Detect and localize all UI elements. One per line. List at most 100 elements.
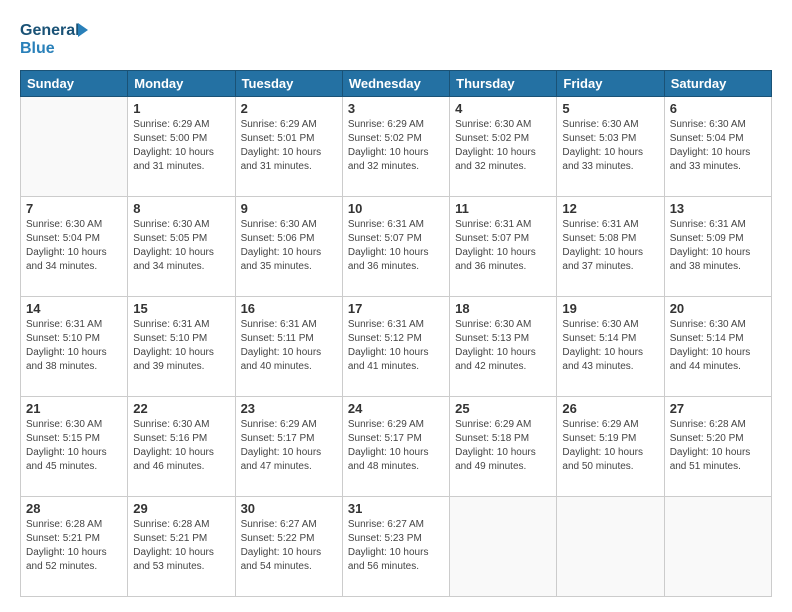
day-info: Sunrise: 6:29 AM Sunset: 5:17 PM Dayligh… — [348, 418, 444, 474]
day-number: 27 — [670, 401, 766, 416]
weekday-header-sunday: Sunday — [21, 71, 128, 97]
calendar-cell: 4 Sunrise: 6:30 AM Sunset: 5:02 PM Daylig… — [450, 97, 557, 197]
day-number: 18 — [455, 301, 551, 316]
calendar-table: SundayMondayTuesdayWednesdayThursdayFrid… — [20, 70, 772, 597]
calendar-cell: 26 Sunrise: 6:29 AM Sunset: 5:19 PM Dayli… — [557, 397, 664, 497]
day-number: 15 — [133, 301, 229, 316]
svg-text:General: General — [20, 22, 80, 39]
calendar-cell: 29 Sunrise: 6:28 AM Sunset: 5:21 PM Dayli… — [128, 497, 235, 597]
day-info: Sunrise: 6:29 AM Sunset: 5:17 PM Dayligh… — [241, 418, 337, 474]
calendar-cell: 9Sunrise: 6:30 AM Sunset: 5:06 PM Daylig… — [235, 197, 342, 297]
day-number: 13 — [670, 201, 766, 216]
day-info: Sunrise: 6:31 AM Sunset: 5:08 PM Dayligh… — [562, 218, 658, 274]
calendar-cell — [21, 97, 128, 197]
calendar-cell: 17 Sunrise: 6:31 AM Sunset: 5:12 PM Dayli… — [342, 297, 449, 397]
calendar-cell: 27 Sunrise: 6:28 AM Sunset: 5:20 PM Dayli… — [664, 397, 771, 497]
day-info: Sunrise: 6:31 AM Sunset: 5:11 PM Dayligh… — [241, 318, 337, 374]
day-number: 26 — [562, 401, 658, 416]
day-info: Sunrise: 6:28 AM Sunset: 5:21 PM Dayligh… — [133, 518, 229, 574]
day-info: Sunrise: 6:29 AM Sunset: 5:01 PM Dayligh… — [241, 118, 337, 174]
day-number: 29 — [133, 501, 229, 516]
calendar-cell: 16 Sunrise: 6:31 AM Sunset: 5:11 PM Dayli… — [235, 297, 342, 397]
calendar-cell: 23 Sunrise: 6:29 AM Sunset: 5:17 PM Dayli… — [235, 397, 342, 497]
calendar-cell: 14Sunrise: 6:31 AM Sunset: 5:10 PM Dayli… — [21, 297, 128, 397]
day-number: 5 — [562, 101, 658, 116]
day-info: Sunrise: 6:31 AM Sunset: 5:09 PM Dayligh… — [670, 218, 766, 274]
calendar-cell: 20 Sunrise: 6:30 AM Sunset: 5:14 PM Dayli… — [664, 297, 771, 397]
day-number: 10 — [348, 201, 444, 216]
weekday-header-row: SundayMondayTuesdayWednesdayThursdayFrid… — [21, 71, 772, 97]
day-number: 8 — [133, 201, 229, 216]
day-number: 1 — [133, 101, 229, 116]
weekday-header-saturday: Saturday — [664, 71, 771, 97]
week-row-3: 14Sunrise: 6:31 AM Sunset: 5:10 PM Dayli… — [21, 297, 772, 397]
calendar-cell: 5 Sunrise: 6:30 AM Sunset: 5:03 PM Daylig… — [557, 97, 664, 197]
calendar-cell — [450, 497, 557, 597]
day-number: 31 — [348, 501, 444, 516]
day-info: Sunrise: 6:30 AM Sunset: 5:04 PM Dayligh… — [670, 118, 766, 174]
header: GeneralBlue — [20, 15, 772, 60]
day-info: Sunrise: 6:31 AM Sunset: 5:10 PM Dayligh… — [26, 318, 122, 374]
day-info: Sunrise: 6:30 AM Sunset: 5:16 PM Dayligh… — [133, 418, 229, 474]
weekday-header-thursday: Thursday — [450, 71, 557, 97]
day-info: Sunrise: 6:31 AM Sunset: 5:07 PM Dayligh… — [455, 218, 551, 274]
page: GeneralBlue SundayMondayTuesdayWednesday… — [0, 0, 792, 612]
day-info: Sunrise: 6:28 AM Sunset: 5:20 PM Dayligh… — [670, 418, 766, 474]
day-info: Sunrise: 6:30 AM Sunset: 5:14 PM Dayligh… — [670, 318, 766, 374]
calendar-cell: 2 Sunrise: 6:29 AM Sunset: 5:01 PM Daylig… — [235, 97, 342, 197]
calendar-cell: 3 Sunrise: 6:29 AM Sunset: 5:02 PM Daylig… — [342, 97, 449, 197]
calendar-cell: 22 Sunrise: 6:30 AM Sunset: 5:16 PM Dayli… — [128, 397, 235, 497]
svg-text:Blue: Blue — [20, 40, 55, 57]
calendar-cell — [664, 497, 771, 597]
calendar-cell: 30Sunrise: 6:27 AM Sunset: 5:22 PM Dayli… — [235, 497, 342, 597]
day-number: 6 — [670, 101, 766, 116]
calendar-cell: 28 Sunrise: 6:28 AM Sunset: 5:21 PM Dayli… — [21, 497, 128, 597]
calendar-cell: 8Sunrise: 6:30 AM Sunset: 5:05 PM Daylig… — [128, 197, 235, 297]
day-number: 28 — [26, 501, 122, 516]
day-info: Sunrise: 6:29 AM Sunset: 5:02 PM Dayligh… — [348, 118, 444, 174]
day-number: 9 — [241, 201, 337, 216]
calendar-cell: 1 Sunrise: 6:29 AM Sunset: 5:00 PM Daylig… — [128, 97, 235, 197]
day-info: Sunrise: 6:31 AM Sunset: 5:07 PM Dayligh… — [348, 218, 444, 274]
calendar-cell: 7Sunrise: 6:30 AM Sunset: 5:04 PM Daylig… — [21, 197, 128, 297]
day-info: Sunrise: 6:29 AM Sunset: 5:18 PM Dayligh… — [455, 418, 551, 474]
weekday-header-friday: Friday — [557, 71, 664, 97]
calendar-cell: 24 Sunrise: 6:29 AM Sunset: 5:17 PM Dayli… — [342, 397, 449, 497]
day-info: Sunrise: 6:29 AM Sunset: 5:19 PM Dayligh… — [562, 418, 658, 474]
day-info: Sunrise: 6:31 AM Sunset: 5:12 PM Dayligh… — [348, 318, 444, 374]
day-number: 22 — [133, 401, 229, 416]
day-number: 4 — [455, 101, 551, 116]
day-number: 24 — [348, 401, 444, 416]
day-info: Sunrise: 6:30 AM Sunset: 5:04 PM Dayligh… — [26, 218, 122, 274]
weekday-header-monday: Monday — [128, 71, 235, 97]
calendar-cell: 21Sunrise: 6:30 AM Sunset: 5:15 PM Dayli… — [21, 397, 128, 497]
weekday-header-wednesday: Wednesday — [342, 71, 449, 97]
weekday-header-tuesday: Tuesday — [235, 71, 342, 97]
day-info: Sunrise: 6:30 AM Sunset: 5:02 PM Dayligh… — [455, 118, 551, 174]
day-number: 23 — [241, 401, 337, 416]
calendar-cell: 6 Sunrise: 6:30 AM Sunset: 5:04 PM Daylig… — [664, 97, 771, 197]
calendar-cell: 18Sunrise: 6:30 AM Sunset: 5:13 PM Dayli… — [450, 297, 557, 397]
day-number: 20 — [670, 301, 766, 316]
day-number: 30 — [241, 501, 337, 516]
day-number: 2 — [241, 101, 337, 116]
day-info: Sunrise: 6:30 AM Sunset: 5:15 PM Dayligh… — [26, 418, 122, 474]
day-number: 16 — [241, 301, 337, 316]
day-info: Sunrise: 6:27 AM Sunset: 5:23 PM Dayligh… — [348, 518, 444, 574]
day-info: Sunrise: 6:28 AM Sunset: 5:21 PM Dayligh… — [26, 518, 122, 574]
day-info: Sunrise: 6:29 AM Sunset: 5:00 PM Dayligh… — [133, 118, 229, 174]
day-info: Sunrise: 6:30 AM Sunset: 5:03 PM Dayligh… — [562, 118, 658, 174]
day-number: 11 — [455, 201, 551, 216]
day-number: 3 — [348, 101, 444, 116]
logo-svg: GeneralBlue — [20, 15, 95, 60]
day-info: Sunrise: 6:31 AM Sunset: 5:10 PM Dayligh… — [133, 318, 229, 374]
day-number: 17 — [348, 301, 444, 316]
week-row-5: 28 Sunrise: 6:28 AM Sunset: 5:21 PM Dayli… — [21, 497, 772, 597]
calendar-cell: 15 Sunrise: 6:31 AM Sunset: 5:10 PM Dayli… — [128, 297, 235, 397]
calendar-cell: 12Sunrise: 6:31 AM Sunset: 5:08 PM Dayli… — [557, 197, 664, 297]
calendar-cell: 31 Sunrise: 6:27 AM Sunset: 5:23 PM Dayli… — [342, 497, 449, 597]
calendar-cell: 13 Sunrise: 6:31 AM Sunset: 5:09 PM Dayli… — [664, 197, 771, 297]
calendar-cell — [557, 497, 664, 597]
calendar-cell: 25Sunrise: 6:29 AM Sunset: 5:18 PM Dayli… — [450, 397, 557, 497]
week-row-4: 21Sunrise: 6:30 AM Sunset: 5:15 PM Dayli… — [21, 397, 772, 497]
